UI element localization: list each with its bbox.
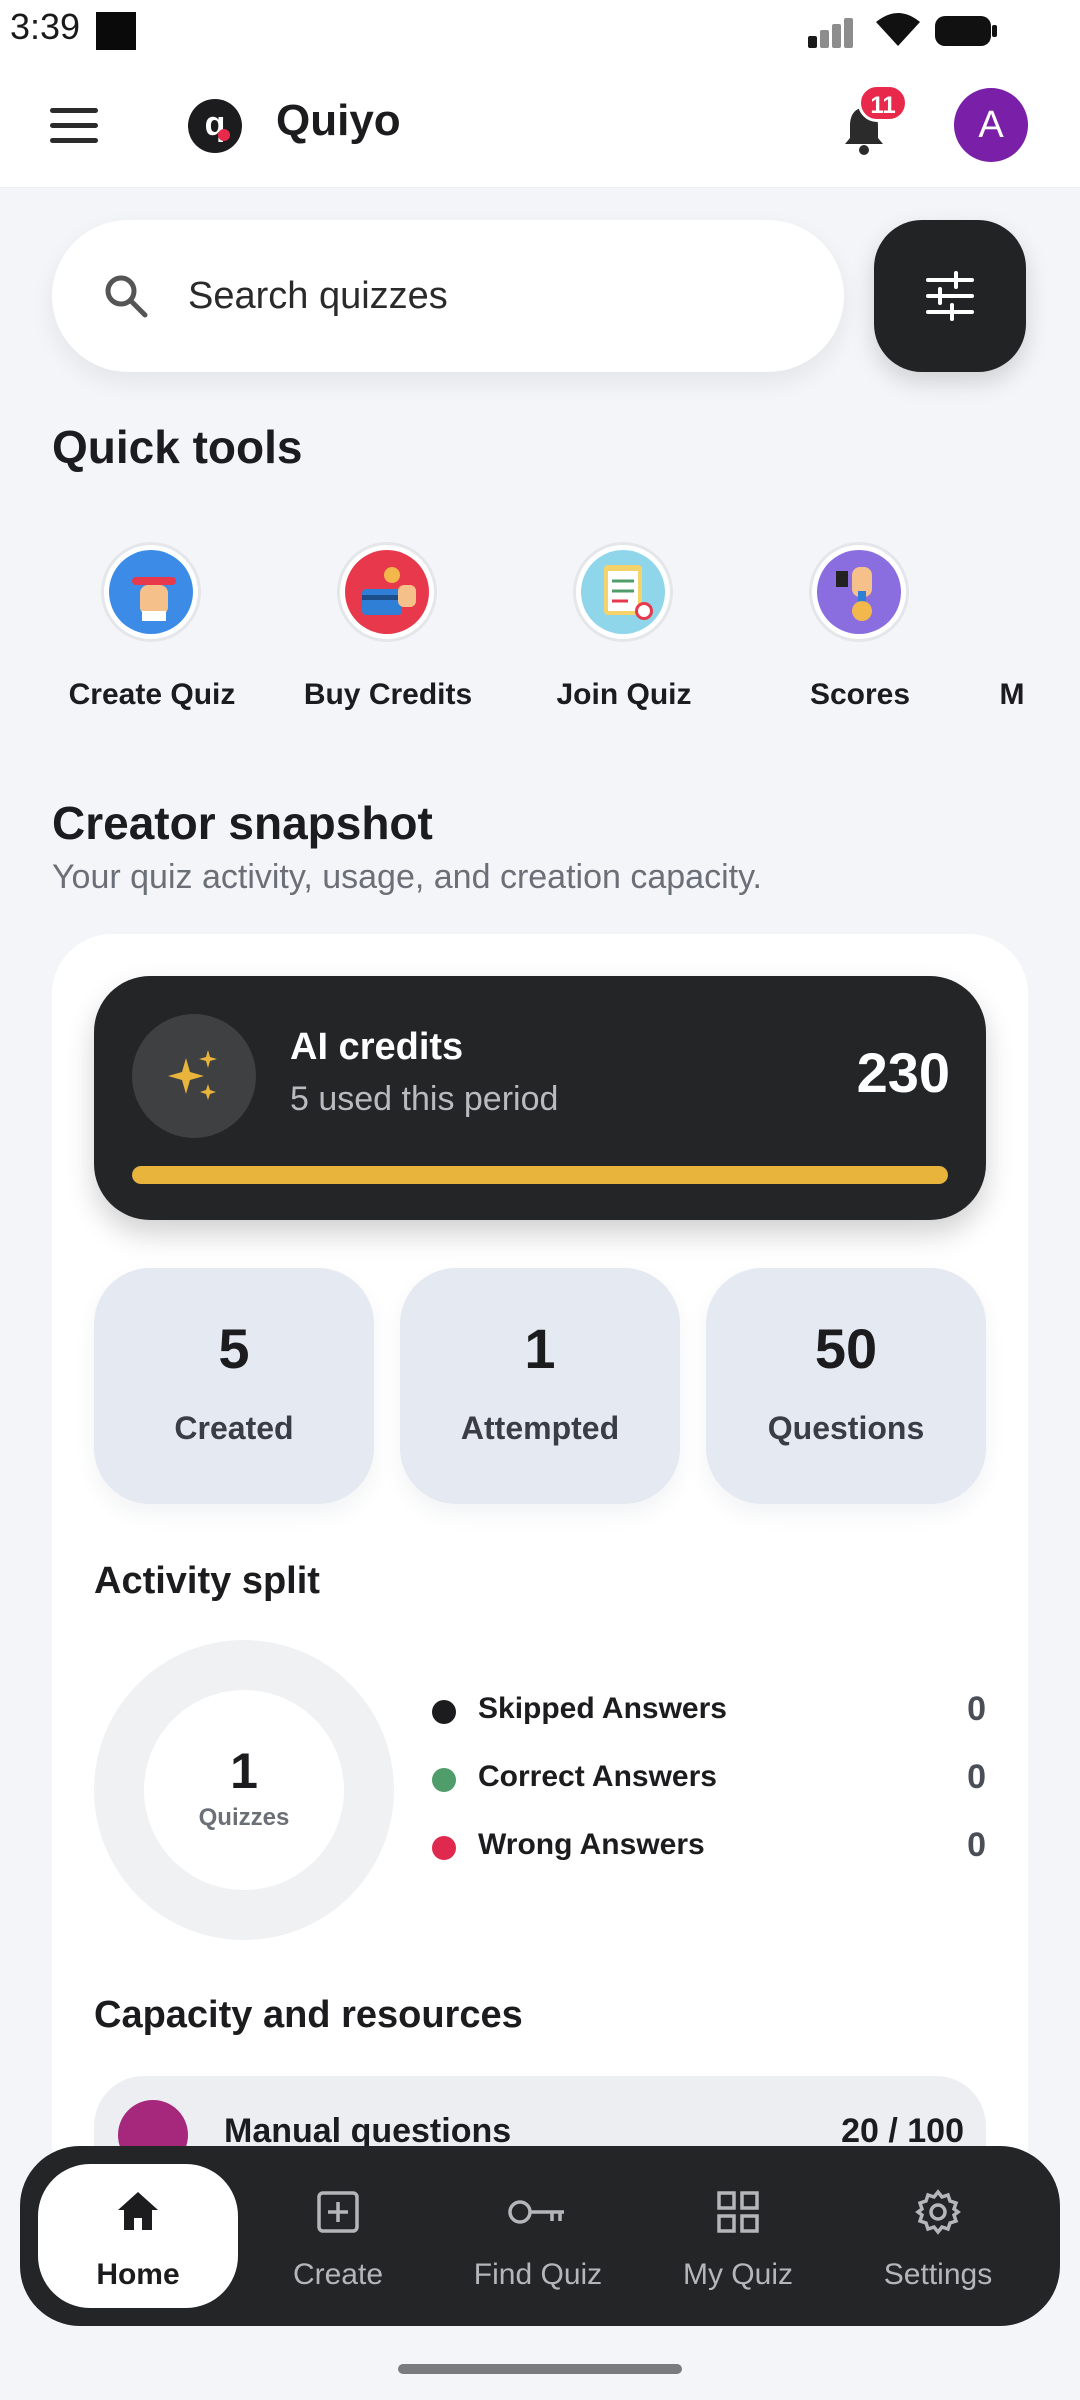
credit-card-icon	[362, 567, 416, 615]
filter-button[interactable]	[874, 220, 1026, 372]
status-time: 3:39	[10, 6, 81, 47]
legend-dot	[432, 1700, 456, 1724]
credits-icon-circle	[132, 1014, 256, 1138]
legend-dot	[432, 1768, 456, 1792]
ai-credits-card[interactable]: AI credits 5 used this period 230	[94, 976, 986, 1220]
tool-label: Create Quiz	[68, 678, 236, 711]
tool-more[interactable]: M	[996, 534, 1028, 734]
credits-value: 230	[856, 1041, 950, 1104]
nav-label: My Quiz	[682, 2258, 793, 2291]
gear-icon	[915, 2189, 961, 2235]
legend-label: Skipped Answers	[478, 1692, 727, 1725]
home-indicator	[398, 2364, 682, 2374]
search-bar	[52, 220, 844, 372]
tool-join-quiz[interactable]: Join Quiz	[524, 534, 724, 734]
sparkles-icon	[168, 1050, 217, 1100]
legend-dot	[432, 1836, 456, 1860]
legend-item-wrong: Wrong Answers 0	[432, 1822, 986, 1872]
stats-row: 5 Created 1 Attempted 50 Questions	[94, 1268, 986, 1504]
nav-label: Settings	[883, 2258, 993, 2291]
grid-icon	[717, 2191, 759, 2233]
legend-value: 0	[967, 1758, 986, 1796]
stat-attempted[interactable]: 1 Attempted	[400, 1268, 680, 1504]
status-bar: 3:39	[0, 0, 1080, 64]
app-header: q Quiyo 11 A	[0, 64, 1080, 188]
snapshot-card: AI credits 5 used this period 230 5 Crea…	[52, 934, 1028, 2234]
quick-tools-title: Quick tools	[52, 421, 303, 473]
nav-label: Create	[292, 2258, 384, 2291]
donut-center-value: 1	[230, 1743, 258, 1799]
nav-find-quiz[interactable]: Find Quiz	[438, 2164, 638, 2308]
stat-label: Questions	[767, 1410, 925, 1446]
stat-questions[interactable]: 50 Questions	[706, 1268, 986, 1504]
tool-buy-credits[interactable]: Buy Credits	[288, 534, 488, 734]
logo-letter: q	[204, 105, 226, 143]
capacity-title: Capacity and resources	[94, 1994, 523, 2036]
cell-signal-icon	[808, 14, 864, 48]
snapshot-subtitle: Your quiz activity, usage, and creation …	[52, 858, 762, 896]
stat-value: 5	[218, 1317, 250, 1380]
stat-label: Created	[174, 1410, 294, 1446]
legend-label: Correct Answers	[478, 1760, 717, 1793]
legend-item-correct: Correct Answers 0	[432, 1754, 986, 1804]
stat-created[interactable]: 5 Created	[94, 1268, 374, 1504]
stat-value: 50	[814, 1317, 878, 1380]
stat-value: 1	[524, 1317, 556, 1380]
tool-create-quiz[interactable]: Create Quiz	[52, 534, 252, 734]
activity-title: Activity split	[94, 1560, 320, 1602]
nav-label: Home	[96, 2258, 180, 2291]
donut-center-label: Quizzes	[198, 1804, 290, 1831]
app-title: Quiyo	[276, 96, 401, 145]
credits-title: AI credits	[290, 1026, 464, 1068]
sliders-icon	[926, 271, 974, 321]
notification-square-icon	[96, 12, 136, 50]
clipboard-checklist-icon	[604, 565, 653, 620]
stat-label: Attempted	[460, 1410, 620, 1446]
wifi-icon	[876, 13, 920, 46]
nav-home[interactable]: Home	[38, 2164, 238, 2308]
legend-value: 0	[967, 1690, 986, 1728]
nav-label: Find Quiz	[473, 2258, 603, 2291]
home-icon	[118, 2192, 158, 2230]
tool-label: M	[999, 678, 1025, 711]
credits-subtitle: 5 used this period	[290, 1080, 559, 1118]
credits-progress-fill	[132, 1166, 948, 1184]
tool-label: Join Quiz	[556, 678, 692, 711]
hand-pencil-icon	[132, 577, 176, 621]
nav-create[interactable]: Create	[238, 2164, 438, 2308]
avatar[interactable]: A	[954, 88, 1028, 162]
logo: q	[188, 99, 242, 153]
nav-my-quiz[interactable]: My Quiz	[638, 2164, 838, 2308]
snapshot-title: Creator snapshot	[52, 797, 433, 849]
quick-tools-row: Create Quiz Buy Credits Join Quiz Scores…	[52, 534, 1028, 734]
legend-label: Wrong Answers	[478, 1828, 705, 1861]
legend-value: 0	[967, 1826, 986, 1864]
plus-square-icon	[317, 2191, 359, 2233]
notification-badge: 11	[858, 84, 908, 122]
key-icon	[508, 2200, 564, 2224]
nav-settings[interactable]: Settings	[838, 2164, 1038, 2308]
credits-progress-bar	[132, 1166, 948, 1184]
search-icon	[105, 275, 148, 318]
battery-icon	[935, 16, 997, 46]
medal-icon	[836, 567, 872, 621]
tool-label: Buy Credits	[303, 678, 473, 711]
search-input[interactable]	[188, 260, 788, 332]
menu-icon[interactable]	[50, 108, 98, 144]
legend-item-skipped: Skipped Answers 0	[432, 1686, 986, 1736]
bottom-nav: Home Create Find Quiz My Quiz Settings	[20, 2146, 1060, 2326]
